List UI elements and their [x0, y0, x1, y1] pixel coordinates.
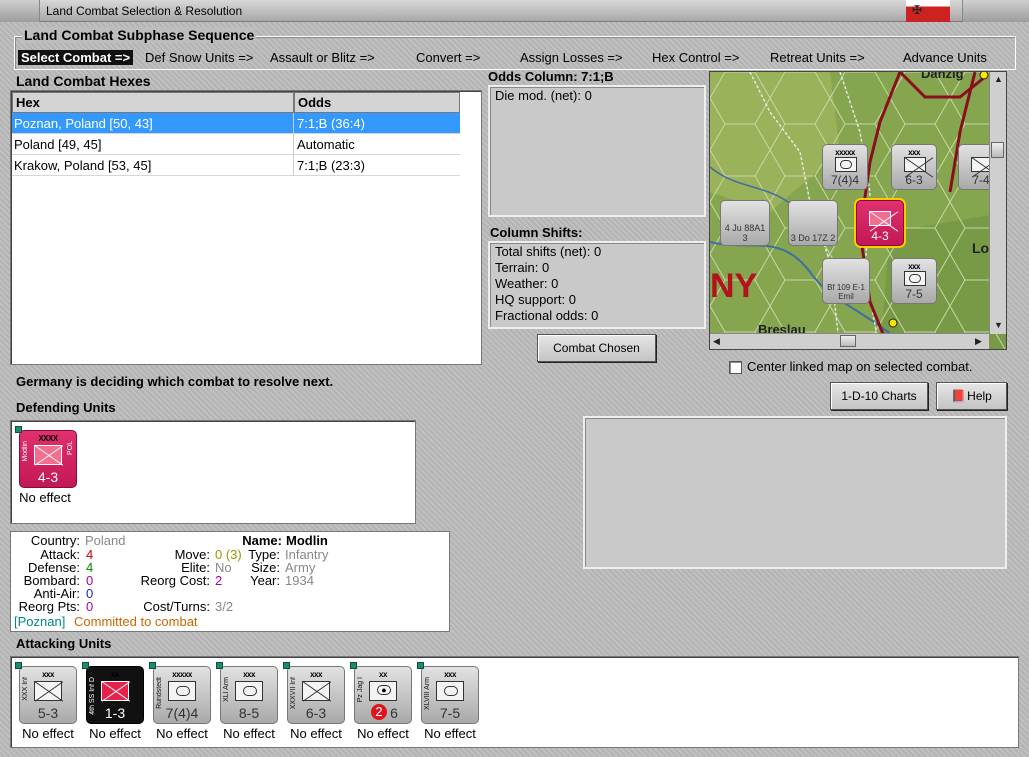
phase-advance-units: Advance Units [903, 50, 987, 65]
info-cost-turns: 3/2 [215, 599, 234, 614]
window-title: Land Combat Selection & Resolution [46, 4, 243, 18]
charts-button[interactable]: 1-D-10 Charts [830, 382, 928, 410]
combat-chosen-button[interactable]: Combat Chosen [537, 334, 656, 362]
defender-effect: No effect [19, 490, 71, 505]
center-map-checkbox-label: Center linked map on selected combat. [747, 359, 973, 374]
attacker-effect: No effect [223, 726, 275, 741]
attacker-counter[interactable]: xxx XLVIII Arm 7-5 [417, 662, 479, 724]
odds-cell: 7:1;B (23:3) [297, 158, 365, 173]
hexes-heading: Land Combat Hexes [16, 73, 151, 89]
window-menu-area[interactable] [0, 0, 40, 22]
scroll-up-icon[interactable]: ▲ [994, 74, 1003, 84]
scroll-right-icon[interactable]: ▶ [975, 336, 982, 347]
attacker-effect: No effect [357, 726, 409, 741]
phase-assign-losses: Assign Losses => [520, 50, 623, 65]
info-country: Poland [85, 533, 126, 548]
shift-total: Total shifts (net): 0 [495, 244, 602, 259]
phase-def-snow-units: Def Snow Units => [145, 50, 254, 65]
map-counter-air[interactable]: 3 Do 17Z 2 [788, 200, 838, 246]
hex-row[interactable]: Krakow, Poland [53, 45] 7:1;B (23:3) [12, 155, 460, 176]
column-shifts-heading: Column Shifts: [490, 225, 583, 240]
hex-row[interactable]: Poland [49, 45] Automatic [12, 134, 460, 155]
map-counter-air[interactable]: Bf 109 E-1 Emil [822, 258, 870, 304]
shift-hq-support: HQ support: 0 [495, 292, 576, 307]
subphase-heading: Land Combat Subphase Sequence [22, 27, 257, 43]
attacker-effect: No effect [156, 726, 208, 741]
hex-cell: Poland [49, 45] [14, 137, 102, 152]
phase-retreat-units: Retreat Units => [770, 50, 865, 65]
odds-box [488, 85, 706, 217]
attacker-effect: No effect [89, 726, 141, 741]
info-name: Modlin [286, 533, 328, 548]
hex-cell: Poznan, Poland [50, 43] [14, 116, 153, 131]
odds-cell: Automatic [297, 137, 355, 152]
scroll-left-icon[interactable]: ◀ [713, 336, 720, 347]
map-counter-air[interactable]: 4 Ju 88A1 3 [720, 200, 770, 246]
shift-terrain: Terrain: 0 [495, 260, 550, 275]
title-bar: Land Combat Selection & Resolution ✠ [0, 0, 1029, 22]
attacker-counter[interactable]: xxx XXX Inf 5-3 [15, 662, 77, 724]
column-header-hex[interactable]: Hex [12, 92, 294, 113]
help-book-icon: 📕 [951, 389, 966, 403]
hex-cell: Krakow, Poland [53, 45] [14, 158, 152, 173]
attacker-counter[interactable]: xxx XXXVII Inf 6-3 [283, 662, 345, 724]
info-year: 1934 [285, 573, 314, 588]
attacker-counter[interactable]: xxxxx Rundstedt 7(4)4 [149, 662, 211, 724]
map-counter[interactable]: xxx 7-5 [891, 258, 937, 304]
svg-text:NY: NY [710, 267, 758, 305]
combat-result-panel [583, 416, 1007, 569]
shift-weather: Weather: 0 [495, 276, 559, 291]
map-vertical-scrollbar[interactable]: ▲ ▼ [989, 72, 1006, 334]
die-mod: Die mod. (net): 0 [495, 88, 592, 103]
attacker-effect: No effect [424, 726, 476, 741]
map-label-danzig: Danzig [921, 71, 964, 81]
help-button[interactable]: 📕 Help [936, 382, 1007, 410]
phase-convert: Convert => [416, 50, 481, 65]
map-counter-defender[interactable]: 4-3 [856, 200, 904, 246]
map-horizontal-scrollbar[interactable]: ◀ ▶ [710, 333, 989, 349]
linked-map[interactable]: NY Danzig Breslau Lo xxxxx 7(4)4 xxx 6-3… [709, 71, 1007, 350]
german-flag-icon: ✠ [906, 0, 950, 22]
map-counter[interactable]: xxxxx 7(4)4 [822, 144, 868, 190]
attacker-effect: No effect [290, 726, 342, 741]
defender-counter[interactable]: XXXX Modlin POL 4-3 [15, 426, 77, 488]
phase-assault-or-blitz: Assault or Blitz => [270, 50, 375, 65]
hex-row[interactable]: Poznan, Poland [50, 43] 7:1;B (36:4) [12, 113, 460, 134]
info-reorg-pts: 0 [86, 599, 94, 614]
column-header-odds[interactable]: Odds [294, 92, 460, 113]
shift-fractional-odds: Fractional odds: 0 [495, 308, 599, 323]
phase-hex-control: Hex Control => [652, 50, 740, 65]
scroll-thumb[interactable] [840, 335, 856, 347]
attacker-counter[interactable]: xx Pz Jag I ● 2 6 [350, 662, 412, 724]
status-text: Germany is deciding which combat to reso… [16, 374, 334, 389]
window-controls[interactable] [962, 0, 1029, 22]
scroll-thumb[interactable] [991, 142, 1004, 158]
attacking-heading: Attacking Units [16, 636, 112, 651]
phase-select-combat: Select Combat => [18, 50, 134, 65]
map-counter[interactable]: xxx 6-3 [891, 144, 937, 190]
info-location: [Poznan] [14, 614, 66, 629]
defending-heading: Defending Units [16, 400, 116, 415]
info-committed: Committed to combat [74, 614, 198, 629]
attacker-effect: No effect [22, 726, 74, 741]
scroll-down-icon[interactable]: ▼ [994, 320, 1003, 330]
map-label-lo: Lo [972, 240, 990, 256]
attacker-counter[interactable]: xxx XLI Arm 8-5 [216, 662, 278, 724]
center-map-checkbox[interactable] [729, 361, 742, 374]
odds-column-heading: Odds Column: 7:1;B [488, 69, 614, 84]
info-reorg-cost: 2 [215, 573, 223, 588]
attacker-counter[interactable]: xx 4th SS Inf D 1-3 [82, 662, 144, 724]
odds-cell: 7:1;B (36:4) [297, 116, 365, 131]
